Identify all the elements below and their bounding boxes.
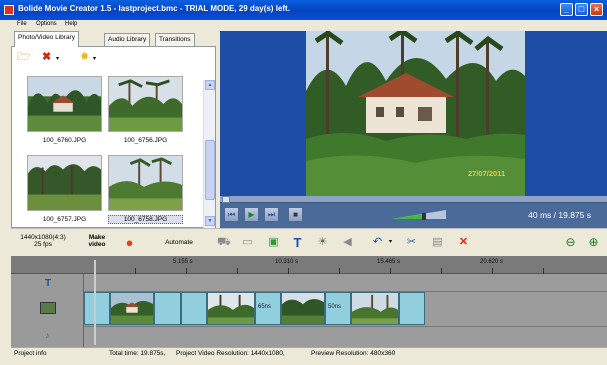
library-thumbnail[interactable] (108, 76, 183, 132)
menu-file[interactable]: File (17, 21, 27, 27)
timeline-clip[interactable] (84, 292, 110, 325)
chevron-down-icon[interactable]: ▾ (56, 53, 59, 65)
library-list: 🗁 ✖ ▾ ✸ ▾ 100_6760.JPG 100_6756.JPG 100_… (11, 46, 216, 228)
audio-icon[interactable]: ◀ (341, 236, 354, 249)
total-time: Total time: 19.875s, (109, 350, 166, 357)
timeline-clip[interactable]: 50ns (325, 292, 351, 325)
text-icon[interactable]: T (291, 236, 304, 249)
menu-options[interactable]: Options (36, 21, 57, 27)
ruler-label: 15.465 s (377, 259, 401, 265)
delete-icon[interactable]: ✕ (457, 236, 470, 249)
make-video-label[interactable]: Make video (83, 234, 111, 248)
minimize-button[interactable]: _ (560, 3, 573, 16)
timeline-clip[interactable] (351, 292, 399, 325)
delete-icon[interactable]: ✖ (42, 51, 51, 63)
timeline-clip[interactable]: 65ns (255, 292, 281, 325)
cut-icon[interactable]: ✂ (405, 236, 418, 249)
preview-resolution: Preview Resolution: 480x360 (311, 350, 396, 357)
editing-toolbar: 1440x1080(4:3) 25 fps Make video ● Autom… (11, 228, 607, 256)
video-preview: 27/07/2011 (220, 31, 607, 196)
thumbnail-label: 100_6760.JPG (42, 137, 87, 144)
zoom-out-icon[interactable]: ⊖ (564, 236, 577, 249)
status-bar: Project info Total time: 19.875s, Projec… (11, 347, 607, 359)
playback-bar: ⏮ ▶ ⏭ ■ 40 ms / 19.875 s (220, 196, 607, 228)
volume-slider[interactable] (392, 210, 446, 220)
library-thumbnail[interactable] (27, 155, 102, 211)
effects-icon[interactable]: ✸ (80, 51, 89, 63)
stop-button[interactable]: ■ (288, 207, 303, 222)
seek-bar[interactable] (220, 196, 607, 203)
resolution-label: 1440x1080(4:3) 25 fps (20, 234, 66, 248)
library-panel: Photo/Video Library Audio Library Transi… (11, 31, 216, 228)
datestamp: 27/07/2011 (468, 169, 506, 178)
time-readout: 40 ms / 19.875 s (528, 210, 591, 220)
audio-track-icon: ♪ (45, 330, 50, 340)
tab-audio-library[interactable]: Audio Library (104, 33, 151, 46)
preview-frame: 27/07/2011 (306, 31, 525, 196)
play-button[interactable]: ▶ (244, 207, 259, 222)
track-headers: T ♪ (11, 274, 84, 347)
tab-photo-video-library[interactable]: Photo/Video Library (14, 31, 79, 47)
zoom-in-icon[interactable]: ⊕ (587, 236, 600, 249)
undo-icon[interactable]: ↶ (371, 236, 384, 249)
thumbnail-label: 100_6756.JPG (123, 137, 168, 144)
video-track[interactable]: 65ns 50ns (84, 292, 607, 327)
timeline: 5.155 s 10.310 s 15.465 s 20.620 s T ♪ 6… (11, 256, 607, 347)
app-icon (4, 5, 14, 15)
time-ruler[interactable]: 5.155 s 10.310 s 15.465 s 20.620 s (11, 256, 607, 274)
scroll-up-icon[interactable]: ▲ (205, 80, 215, 90)
timeline-clip[interactable] (399, 292, 425, 325)
subtitle-icon[interactable]: ▭ (241, 236, 254, 249)
scroll-down-icon[interactable]: ▼ (205, 216, 215, 226)
text-track[interactable] (84, 274, 607, 292)
playhead[interactable] (94, 260, 96, 345)
transition-duration: 65ns (258, 304, 272, 310)
thumbnail-label: 100_6757.JPG (42, 216, 87, 223)
automate-button[interactable]: Automate (159, 239, 199, 246)
maximize-button[interactable]: □ (575, 3, 588, 16)
skip-forward-button[interactable]: ⏭ (264, 207, 279, 222)
window-title: Bolide Movie Creator 1.5 - lastproject.b… (18, 4, 290, 13)
chevron-down-icon[interactable]: ▾ (93, 53, 96, 65)
project-info-label: Project info (14, 350, 47, 357)
paste-icon[interactable]: ▤ (431, 236, 444, 249)
ruler-label: 10.310 s (275, 259, 299, 265)
crop-icon[interactable]: ⛟ (217, 236, 231, 249)
timeline-clip[interactable] (181, 292, 207, 325)
timeline-clip[interactable] (110, 292, 154, 325)
video-track-icon (40, 302, 56, 314)
timeline-clip[interactable] (207, 292, 255, 325)
ruler-label: 20.620 s (480, 259, 504, 265)
thumbnail-label-selected: 100_6758.JPG (108, 215, 183, 224)
tab-transitions[interactable]: Transitions (155, 33, 195, 46)
text-track-icon: T (45, 278, 52, 289)
library-scrollbar[interactable]: ▲ ▼ (203, 80, 215, 228)
title-bar: Bolide Movie Creator 1.5 - lastproject.b… (0, 0, 607, 20)
ruler-label: 5.155 s (173, 259, 193, 265)
close-button[interactable]: × (590, 3, 603, 16)
image-icon[interactable]: ▣ (267, 236, 280, 249)
skip-back-button[interactable]: ⏮ (224, 207, 239, 222)
chevron-down-icon[interactable]: ▾ (384, 236, 397, 249)
add-folder-icon[interactable]: 🗁 (17, 51, 31, 63)
scroll-thumb[interactable] (205, 140, 215, 200)
library-thumbnail[interactable] (27, 76, 102, 132)
brightness-icon[interactable]: ☀ (316, 236, 329, 249)
timeline-clip[interactable] (154, 292, 181, 325)
menu-bar: File Options Help (0, 20, 607, 31)
timeline-clip[interactable] (281, 292, 325, 325)
transition-duration: 50ns (328, 304, 342, 310)
record-icon[interactable]: ● (123, 236, 136, 249)
menu-help[interactable]: Help (65, 21, 77, 27)
project-resolution: Project Video Resolution: 1440x1080, (176, 350, 285, 357)
audio-track[interactable] (84, 327, 607, 347)
library-thumbnail[interactable] (108, 155, 183, 211)
seek-handle[interactable] (222, 196, 230, 203)
